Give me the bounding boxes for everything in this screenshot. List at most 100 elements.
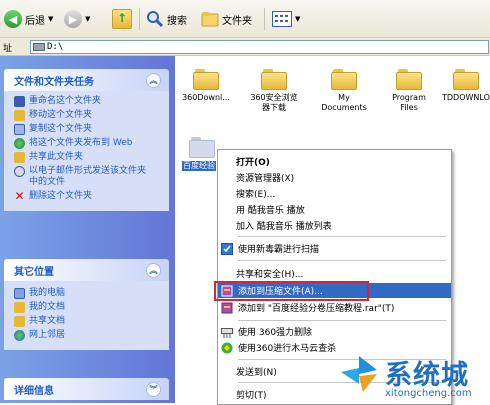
place-label: 共享文档 [29, 316, 66, 326]
file-tasks-box: 文件和文件夹任务 ︽ 重命名这个文件夹 移动这个文件夹 复制这个文件夹 将这个文… [4, 69, 169, 211]
toolbar: ◀ 后退 ▼ ▶ ▼ ↑ 搜索 文件夹 ▼ [0, 0, 490, 38]
task-pane: 文件和文件夹任务 ︽ 重命名这个文件夹 移动这个文件夹 复制这个文件夹 将这个文… [0, 56, 175, 403]
task-label: 重命名这个文件夹 [29, 96, 102, 106]
place-label: 我的电脑 [29, 288, 66, 298]
menu-item-kuwo-play[interactable]: 用 酷我音乐 播放 [218, 202, 451, 217]
other-places-box: 其它位置 ︽ 我的电脑 我的文档 共享文档 网上邻居 [4, 259, 169, 350]
folder-icon [396, 68, 422, 90]
folders-button[interactable]: 文件夹 [201, 9, 252, 29]
folder-item[interactable]: Program Files [377, 68, 441, 113]
folder-item[interactable]: 360Downl... [174, 68, 238, 103]
folder-name: TDDOWNLO [442, 93, 490, 102]
folders-icon [201, 12, 219, 27]
menu-label: 打开(O) [236, 158, 270, 168]
address-field[interactable]: D:\ [30, 40, 489, 54]
menu-item-open[interactable]: 打开(O) [218, 154, 451, 169]
address-path: D:\ [47, 42, 64, 52]
toolbar-separator [139, 8, 140, 30]
address-bar: 址 D:\ [0, 38, 490, 56]
place-label: 网上邻居 [29, 330, 66, 340]
toolbar-separator [264, 8, 265, 30]
up-folder-button[interactable]: ↑ [112, 9, 132, 29]
task-move[interactable]: 移动这个文件夹 [14, 110, 163, 121]
file-tasks-header[interactable]: 文件和文件夹任务 ︽ [4, 69, 169, 91]
menu-label: 搜索(E)... [236, 190, 276, 200]
task-email[interactable]: 以电子邮件形式发送该文件夹中的文件 [14, 166, 163, 188]
folder-icon [193, 68, 219, 90]
place-my-computer[interactable]: 我的电脑 [14, 288, 163, 299]
details-header[interactable]: 详细信息 ︾ [4, 378, 169, 400]
folder-item[interactable]: TDDOWNLO [442, 68, 490, 103]
search-button[interactable]: 搜索 [146, 9, 187, 29]
delete-icon: ✕ [14, 189, 25, 203]
menu-label: 加入 酷我音乐 播放列表 [236, 222, 332, 232]
task-label: 删除这个文件夹 [29, 191, 93, 201]
place-label: 我的文档 [29, 302, 66, 312]
winrar-icon [220, 301, 234, 315]
menu-item-kuwo-playlist[interactable]: 加入 酷我音乐 播放列表 [218, 218, 451, 233]
chevron-down-icon: ▼ [85, 15, 91, 23]
search-icon [147, 11, 164, 28]
share-icon [14, 152, 25, 163]
menu-item-search[interactable]: 搜索(E)... [218, 186, 451, 201]
folder-item[interactable]: 360安全浏览器下载 [242, 68, 306, 113]
folder-name: 360安全浏览器下载 [250, 93, 298, 112]
shredder-icon [220, 325, 234, 339]
menu-label: 使用新毒霸进行扫描 [238, 245, 320, 255]
details-title: 详细信息 [14, 385, 54, 397]
collapse-chevron-icon[interactable]: ︽ [146, 262, 161, 278]
publish-web-icon [14, 138, 25, 149]
task-label: 以电子邮件形式发送该文件夹中的文件 [29, 166, 147, 187]
duba-shield-icon [220, 242, 234, 256]
my-documents-icon [14, 302, 25, 313]
folder-name: 360Downl... [182, 93, 230, 102]
task-rename[interactable]: 重命名这个文件夹 [14, 96, 163, 107]
back-label: 后退 [25, 15, 45, 27]
chevron-down-icon: ▼ [48, 15, 54, 23]
file-tasks-list: 重命名这个文件夹 移动这个文件夹 复制这个文件夹 将这个文件夹发布到 Web 共… [4, 91, 169, 211]
menu-label: 发送到(N) [236, 368, 277, 378]
folder-name: 百度经验 [182, 161, 216, 171]
menu-item-share-security[interactable]: 共享和安全(H)... [218, 266, 451, 281]
menu-separator [238, 236, 446, 237]
shared-documents-icon [14, 316, 25, 327]
views-button[interactable]: ▼ [272, 9, 300, 29]
email-icon [14, 166, 25, 177]
menu-label: 使用360进行木马云查杀 [238, 344, 337, 354]
folders-label: 文件夹 [222, 15, 252, 27]
place-network[interactable]: 网上邻居 [14, 330, 163, 341]
highlight-callout-box [214, 281, 369, 301]
folder-icon [331, 68, 357, 90]
menu-label: 资源管理器(X) [236, 174, 295, 184]
address-label: 址 [3, 44, 13, 54]
back-button[interactable]: ◀ 后退 ▼ [4, 9, 53, 29]
menu-item-360-delete[interactable]: 使用 360强力删除 [218, 324, 451, 339]
up-folder-icon: ↑ [112, 9, 132, 29]
place-my-documents[interactable]: 我的文档 [14, 302, 163, 313]
task-label: 将这个文件夹发布到 Web [29, 138, 133, 148]
task-delete[interactable]: ✕ 删除这个文件夹 [14, 189, 163, 203]
menu-separator [238, 320, 446, 321]
copy-icon [14, 124, 25, 135]
folder-item[interactable]: My Documents [312, 68, 376, 113]
drive-icon [33, 42, 45, 51]
other-places-header[interactable]: 其它位置 ︽ [4, 259, 169, 281]
menu-label: 剪切(T) [236, 391, 267, 401]
menu-item-duba-scan[interactable]: 使用新毒霸进行扫描 [218, 241, 451, 256]
collapse-chevron-icon[interactable]: ︽ [146, 72, 161, 88]
menu-label: 用 酷我音乐 播放 [236, 206, 305, 216]
move-icon [14, 110, 25, 121]
task-publish[interactable]: 将这个文件夹发布到 Web [14, 138, 163, 149]
expand-chevron-icon[interactable]: ︾ [146, 381, 161, 397]
menu-item-add-to-rar[interactable]: 添加到 "百度经验分卷压缩教程.rar"(T) [218, 300, 451, 315]
folder-icon [453, 68, 479, 90]
task-copy[interactable]: 复制这个文件夹 [14, 124, 163, 135]
place-shared-documents[interactable]: 共享文档 [14, 316, 163, 327]
menu-item-explorer[interactable]: 资源管理器(X) [218, 170, 451, 185]
task-share[interactable]: 共享此文件夹 [14, 152, 163, 163]
folder-item-selected[interactable]: 百度经验 [182, 136, 222, 171]
forward-button[interactable]: ▶ ▼ [64, 9, 90, 29]
watermark: 系统城 xitongcheng.com [333, 352, 490, 403]
watermark-title: 系统城 [385, 360, 469, 391]
views-icon [272, 11, 292, 27]
